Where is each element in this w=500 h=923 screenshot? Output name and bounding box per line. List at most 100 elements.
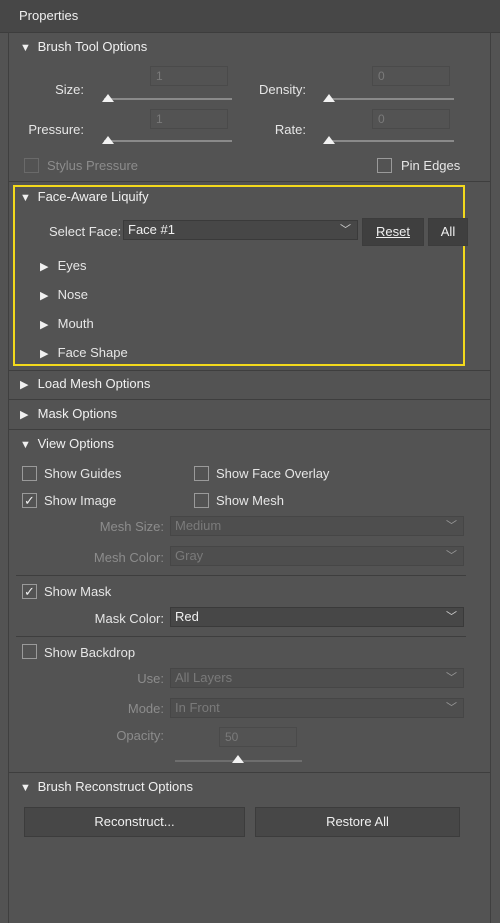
collapsed-triangle-icon: ▶: [40, 319, 49, 331]
pin-edges-checkbox[interactable]: [377, 158, 392, 173]
show-guides-checkbox[interactable]: [22, 466, 37, 481]
density-slider-track[interactable]: [326, 98, 454, 100]
rate-slider-thumb[interactable]: [323, 136, 335, 144]
opacity-label: Opacity:: [116, 728, 164, 743]
rate-slider-track[interactable]: [326, 140, 454, 142]
density-label: Density:: [259, 82, 306, 97]
rate-label: Rate:: [274, 122, 306, 137]
group-label: Mouth: [57, 316, 94, 331]
select-face-value: Face #1: [128, 222, 175, 237]
section-title: Brush Tool Options: [37, 39, 148, 54]
pressure-slider-track[interactable]: [104, 140, 232, 142]
mask-color-label: Mask Color:: [94, 611, 164, 626]
mesh-size-value: Medium: [175, 518, 222, 533]
divider: [16, 575, 466, 576]
group-label: Nose: [57, 287, 88, 302]
section-header-reconstruct[interactable]: ▼ Brush Reconstruct Options: [20, 779, 193, 799]
face-aware-highlight: [13, 185, 465, 366]
mesh-color-dropdown[interactable]: Gray ﹀: [170, 546, 464, 566]
show-image-checkbox[interactable]: ✓: [22, 493, 37, 508]
size-label: Size:: [55, 82, 84, 97]
chevron-down-icon: ﹀: [340, 224, 351, 236]
group-label: Face Shape: [57, 345, 128, 360]
section-title: Face-Aware Liquify: [37, 189, 149, 204]
mesh-color-value: Gray: [175, 548, 204, 563]
reset-button[interactable]: Reset: [362, 218, 424, 246]
expanded-triangle-icon: ▼: [20, 42, 31, 54]
pressure-input[interactable]: 1: [150, 109, 228, 129]
restore-all-button[interactable]: Restore All: [255, 807, 460, 837]
show-face-overlay-checkbox[interactable]: [194, 466, 209, 481]
show-mesh-label: Show Mesh: [216, 493, 284, 508]
mesh-color-label: Mesh Color:: [93, 550, 164, 565]
chevron-down-icon: ﹀: [446, 702, 457, 714]
face-group-eyes[interactable]: ▶ Eyes: [40, 258, 87, 273]
size-slider-track[interactable]: [104, 98, 232, 100]
chevron-down-icon: ﹀: [446, 550, 457, 562]
collapsed-triangle-icon: ▶: [40, 290, 49, 302]
opacity-input[interactable]: 50: [219, 727, 297, 747]
section-header-mask-options[interactable]: ▶ Mask Options: [20, 406, 117, 426]
panel-left-border: [8, 32, 9, 923]
expanded-triangle-icon: ▼: [20, 439, 31, 451]
divider: [9, 181, 490, 182]
rate-input[interactable]: 0: [372, 109, 450, 129]
collapsed-triangle-icon: ▶: [20, 409, 29, 421]
reconstruct-button[interactable]: Reconstruct...: [24, 807, 245, 837]
section-header-view-options[interactable]: ▼ View Options: [20, 436, 114, 456]
divider: [9, 399, 490, 400]
stylus-pressure-checkbox[interactable]: [24, 158, 39, 173]
mode-dropdown[interactable]: In Front ﹀: [170, 698, 464, 718]
select-face-dropdown[interactable]: Face #1 ﹀: [123, 220, 358, 240]
density-slider-thumb[interactable]: [323, 94, 335, 102]
face-group-nose[interactable]: ▶ Nose: [40, 287, 88, 302]
size-slider-thumb[interactable]: [102, 94, 114, 102]
use-dropdown[interactable]: All Layers ﹀: [170, 668, 464, 688]
opacity-slider-thumb[interactable]: [232, 755, 244, 763]
panel-right-border: [490, 32, 491, 923]
stylus-pressure-label: Stylus Pressure: [47, 158, 139, 173]
use-value: All Layers: [175, 670, 233, 685]
chevron-down-icon: ﹀: [446, 611, 457, 623]
collapsed-triangle-icon: ▶: [40, 261, 49, 273]
show-backdrop-checkbox[interactable]: [22, 644, 37, 659]
density-input[interactable]: 0: [372, 66, 450, 86]
divider: [16, 636, 466, 637]
size-input[interactable]: 1: [150, 66, 228, 86]
section-header-face-aware[interactable]: ▼ Face-Aware Liquify: [20, 189, 149, 209]
face-group-mouth[interactable]: ▶ Mouth: [40, 316, 94, 331]
mask-color-value: Red: [175, 609, 199, 624]
mesh-size-dropdown[interactable]: Medium ﹀: [170, 516, 464, 536]
section-title: View Options: [37, 436, 114, 451]
pressure-label: Pressure:: [28, 122, 84, 137]
mode-label: Mode:: [127, 701, 164, 716]
show-guides-label: Show Guides: [44, 466, 122, 481]
group-label: Eyes: [57, 258, 87, 273]
section-title: Brush Reconstruct Options: [37, 779, 193, 794]
divider: [9, 772, 490, 773]
expanded-triangle-icon: ▼: [20, 192, 31, 204]
select-face-label: Select Face:: [49, 224, 122, 239]
use-label: Use:: [137, 671, 164, 686]
show-backdrop-label: Show Backdrop: [44, 645, 136, 660]
mask-color-dropdown[interactable]: Red ﹀: [170, 607, 464, 627]
divider: [9, 429, 490, 430]
show-face-overlay-label: Show Face Overlay: [216, 466, 330, 481]
panel-title: Properties: [19, 8, 79, 23]
pin-edges-label: Pin Edges: [401, 158, 461, 173]
pressure-slider-thumb[interactable]: [102, 136, 114, 144]
mesh-size-label: Mesh Size:: [99, 519, 164, 534]
face-group-face-shape[interactable]: ▶ Face Shape: [40, 345, 128, 360]
expanded-triangle-icon: ▼: [20, 782, 31, 794]
collapsed-triangle-icon: ▶: [20, 379, 29, 391]
show-image-label: Show Image: [44, 493, 117, 508]
section-title: Mask Options: [37, 406, 118, 421]
panel-titlebar: Properties: [0, 0, 500, 33]
section-header-brush-tool[interactable]: ▼ Brush Tool Options: [20, 39, 147, 59]
chevron-down-icon: ﹀: [446, 672, 457, 684]
show-mask-checkbox[interactable]: ✓: [22, 584, 37, 599]
collapsed-triangle-icon: ▶: [40, 348, 49, 360]
show-mesh-checkbox[interactable]: [194, 493, 209, 508]
section-header-load-mesh[interactable]: ▶ Load Mesh Options: [20, 376, 150, 396]
all-button[interactable]: All: [428, 218, 468, 246]
